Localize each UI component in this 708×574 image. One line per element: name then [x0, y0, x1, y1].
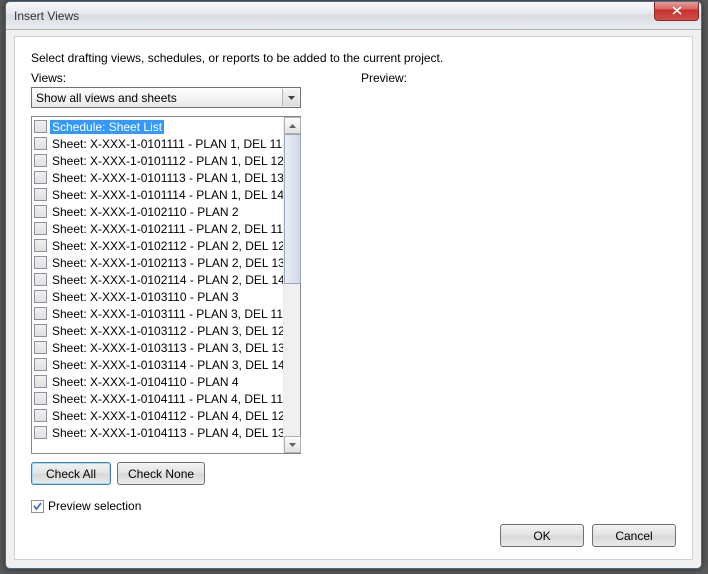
ok-button[interactable]: OK	[500, 524, 584, 547]
list-item[interactable]: Schedule: Sheet List	[32, 118, 283, 135]
item-checkbox[interactable]	[34, 120, 47, 133]
item-label: Sheet: X-XXX-1-0103114 - PLAN 3, DEL 14	[50, 358, 283, 372]
list-item[interactable]: Sheet: X-XXX-1-0102110 - PLAN 2	[32, 203, 283, 220]
titlebar[interactable]: Insert Views	[6, 2, 701, 30]
close-button[interactable]	[654, 1, 699, 21]
item-checkbox[interactable]	[34, 205, 47, 218]
list-item[interactable]: Sheet: X-XXX-1-0102112 - PLAN 2, DEL 12	[32, 237, 283, 254]
item-label: Sheet: X-XXX-1-0102110 - PLAN 2	[50, 205, 241, 219]
scroll-thumb[interactable]	[284, 134, 301, 284]
item-label: Sheet: X-XXX-1-0101113 - PLAN 1, DEL 13	[50, 171, 283, 185]
item-label: Sheet: X-XXX-1-0102114 - PLAN 2, DEL 14	[50, 273, 283, 287]
list-item[interactable]: Sheet: X-XXX-1-0102113 - PLAN 2, DEL 13	[32, 254, 283, 271]
list-item[interactable]: Sheet: X-XXX-1-0102114 - PLAN 2, DEL 14	[32, 271, 283, 288]
item-checkbox[interactable]	[34, 358, 47, 371]
combo-selected-text: Show all views and sheets	[36, 91, 177, 105]
window-title: Insert Views	[14, 9, 79, 23]
list-item[interactable]: Sheet: X-XXX-1-0104112 - PLAN 4, DEL 12	[32, 407, 283, 424]
instruction-text: Select drafting views, schedules, or rep…	[31, 51, 676, 65]
item-checkbox[interactable]	[34, 171, 47, 184]
preview-selection-checkbox[interactable]: Preview selection	[31, 499, 141, 513]
checkmark-icon	[32, 501, 43, 512]
combo-arrow[interactable]	[282, 89, 299, 106]
scroll-up-button[interactable]	[284, 117, 301, 134]
item-label: Sheet: X-XXX-1-0103112 - PLAN 3, DEL 12	[50, 324, 283, 338]
chevron-up-icon	[289, 124, 296, 128]
item-checkbox[interactable]	[34, 222, 47, 235]
list-item[interactable]: Sheet: X-XXX-1-0104113 - PLAN 4, DEL 13	[32, 424, 283, 441]
views-listbox[interactable]: Schedule: Sheet List Sheet: X-XXX-1-01011…	[31, 116, 301, 454]
labels-row: Views: Preview:	[31, 71, 676, 85]
dialog-window: Insert Views Select drafting views, sche…	[5, 1, 702, 569]
list-item[interactable]: Sheet: X-XXX-1-0104111 - PLAN 4, DEL 11	[32, 390, 283, 407]
list-item[interactable]: Sheet: X-XXX-1-0103112 - PLAN 3, DEL 12	[32, 322, 283, 339]
item-checkbox[interactable]	[34, 409, 47, 422]
item-label: Sheet: X-XXX-1-0101111 - PLAN 1, DEL 11	[50, 137, 283, 151]
preview-selection-label: Preview selection	[48, 499, 141, 513]
item-label: Sheet: X-XXX-1-0104113 - PLAN 4, DEL 13	[50, 426, 283, 440]
item-checkbox[interactable]	[34, 375, 47, 388]
client-area: Select drafting views, schedules, or rep…	[14, 36, 693, 560]
list-item[interactable]: Sheet: X-XXX-1-0103113 - PLAN 3, DEL 13	[32, 339, 283, 356]
preview-label: Preview:	[361, 71, 407, 85]
list-item[interactable]: Sheet: X-XXX-1-0102111 - PLAN 2, DEL 11	[32, 220, 283, 237]
item-label: Sheet: X-XXX-1-0104111 - PLAN 4, DEL 11	[50, 392, 283, 406]
views-filter-combo[interactable]: Show all views and sheets	[31, 87, 301, 108]
list-item[interactable]: Sheet: X-XXX-1-0103111 - PLAN 3, DEL 11	[32, 305, 283, 322]
item-checkbox[interactable]	[34, 426, 47, 439]
list-item[interactable]: Sheet: X-XXX-1-0101112 - PLAN 1, DEL 12	[32, 152, 283, 169]
item-checkbox[interactable]	[34, 290, 47, 303]
item-label: Sheet: X-XXX-1-0102111 - PLAN 2, DEL 11	[50, 222, 283, 236]
item-checkbox[interactable]	[34, 154, 47, 167]
item-label: Schedule: Sheet List	[50, 120, 164, 134]
item-checkbox[interactable]	[34, 324, 47, 337]
scrollbar[interactable]	[283, 117, 300, 453]
list-item[interactable]: Sheet: X-XXX-1-0103114 - PLAN 3, DEL 14	[32, 356, 283, 373]
item-label: Sheet: X-XXX-1-0103110 - PLAN 3	[50, 290, 241, 304]
check-none-button[interactable]: Check None	[117, 462, 205, 485]
chevron-down-icon	[289, 443, 296, 447]
list-item[interactable]: Sheet: X-XXX-1-0101114 - PLAN 1, DEL 14	[32, 186, 283, 203]
item-label: Sheet: X-XXX-1-0104110 - PLAN 4	[50, 375, 241, 389]
item-label: Sheet: X-XXX-1-0103113 - PLAN 3, DEL 13	[50, 341, 283, 355]
checkbox-box[interactable]	[31, 500, 44, 513]
check-all-button[interactable]: Check All	[31, 462, 111, 485]
listbox-inner: Schedule: Sheet List Sheet: X-XXX-1-01011…	[32, 117, 283, 453]
scroll-down-button[interactable]	[284, 436, 301, 453]
item-checkbox[interactable]	[34, 188, 47, 201]
item-label: Sheet: X-XXX-1-0104112 - PLAN 4, DEL 12	[50, 409, 283, 423]
close-icon	[672, 6, 682, 15]
item-checkbox[interactable]	[34, 137, 47, 150]
item-label: Sheet: X-XXX-1-0101114 - PLAN 1, DEL 14	[50, 188, 283, 202]
list-item[interactable]: Sheet: X-XXX-1-0103110 - PLAN 3	[32, 288, 283, 305]
item-label: Sheet: X-XXX-1-0102112 - PLAN 2, DEL 12	[50, 239, 283, 253]
footer-buttons: OK Cancel	[500, 524, 676, 547]
item-checkbox[interactable]	[34, 273, 47, 286]
check-buttons-row: Check All Check None	[31, 462, 676, 485]
views-label: Views:	[31, 71, 361, 85]
item-label: Sheet: X-XXX-1-0102113 - PLAN 2, DEL 13	[50, 256, 283, 270]
list-item[interactable]: Sheet: X-XXX-1-0101113 - PLAN 1, DEL 13	[32, 169, 283, 186]
list-item[interactable]: Sheet: X-XXX-1-0101111 - PLAN 1, DEL 11	[32, 135, 283, 152]
item-checkbox[interactable]	[34, 239, 47, 252]
list-item[interactable]: Sheet: X-XXX-1-0104110 - PLAN 4	[32, 373, 283, 390]
item-checkbox[interactable]	[34, 392, 47, 405]
item-checkbox[interactable]	[34, 256, 47, 269]
item-label: Sheet: X-XXX-1-0101112 - PLAN 1, DEL 12	[50, 154, 283, 168]
item-label: Sheet: X-XXX-1-0103111 - PLAN 3, DEL 11	[50, 307, 283, 321]
item-checkbox[interactable]	[34, 307, 47, 320]
chevron-down-icon	[288, 96, 295, 100]
item-checkbox[interactable]	[34, 341, 47, 354]
cancel-button[interactable]: Cancel	[592, 524, 676, 547]
